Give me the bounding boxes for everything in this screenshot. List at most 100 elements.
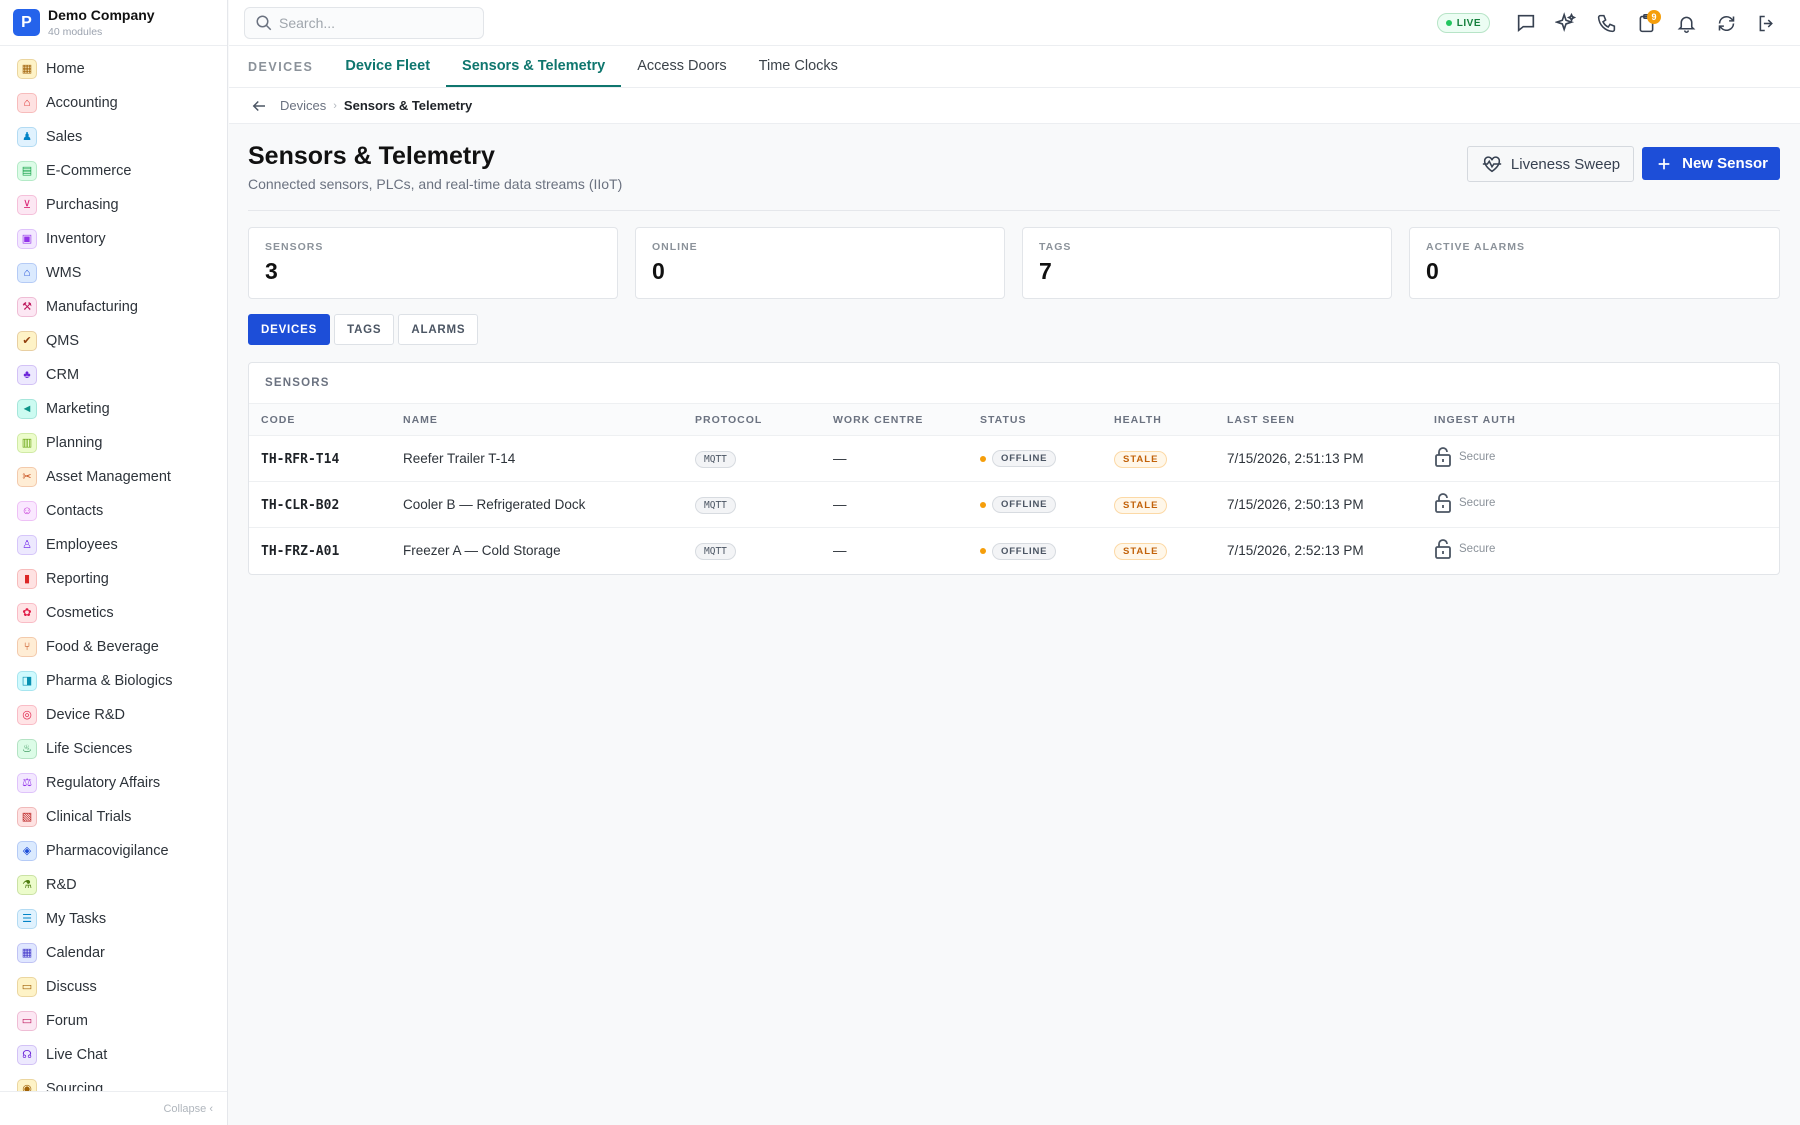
sidebar-item-label: QMS [46, 333, 80, 349]
sidebar-item-reporting[interactable]: ▮ Reporting [0, 562, 227, 596]
column-header[interactable]: LAST SEEN [1215, 403, 1422, 436]
sidebar-item-sales[interactable]: ♟ Sales [0, 120, 227, 154]
column-header[interactable]: NAME [391, 403, 683, 436]
sidebar-item-regulatory-affairs[interactable]: ⚖ Regulatory Affairs [0, 766, 227, 800]
sidebar-item-clinical-trials[interactable]: ▧ Clinical Trials [0, 800, 227, 834]
column-header[interactable]: PROTOCOL [683, 403, 821, 436]
sidebar-item-my-tasks[interactable]: ☰ My Tasks [0, 902, 227, 936]
sensor-name[interactable]: Reefer Trailer T-14 [403, 451, 515, 466]
sidebar-item-r-d[interactable]: ⚗ R&D [0, 868, 227, 902]
ingest-auth[interactable]: Secure [1434, 446, 1495, 468]
column-header[interactable]: WORK CENTRE [821, 403, 968, 436]
sourcing-icon: ◉ [17, 1079, 37, 1091]
sync-icon [1718, 15, 1734, 31]
grid-icon: ▦ [17, 59, 37, 79]
sensor-code[interactable]: TH-FRZ-A01 [261, 544, 339, 559]
lock-icon [1435, 493, 1451, 513]
phone-button[interactable] [1586, 5, 1626, 41]
sidebar-item-qms[interactable]: ✔ QMS [0, 324, 227, 358]
column-header[interactable]: CODE [249, 403, 391, 436]
column-header[interactable]: HEALTH [1102, 403, 1215, 436]
table-row[interactable]: TH-CLR-B02 Cooler B — Refrigerated Dock MQ… [249, 481, 1779, 528]
sidebar-item-discuss[interactable]: ▭ Discuss [0, 970, 227, 1004]
section-tabs: DEVICES Device Fleet Sensors & Telemetry A… [229, 46, 1800, 88]
logout-button[interactable] [1746, 5, 1786, 41]
back-button[interactable] [248, 95, 270, 117]
tasks-inbox-button[interactable]: 9 [1626, 5, 1666, 41]
person-icon: ♟ [17, 127, 37, 147]
stat-value: 7 [1039, 258, 1052, 284]
messages-button[interactable] [1506, 5, 1546, 41]
sidebar-item-pharma-biologics[interactable]: ◨ Pharma & Biologics [0, 664, 227, 698]
sidebar-item-label: R&D [46, 877, 77, 893]
liveness-sweep-button[interactable]: Liveness Sweep [1466, 146, 1635, 182]
sidebar-item-label: Accounting [46, 95, 118, 111]
sidebar-item-accounting[interactable]: ⌂ Accounting [0, 86, 227, 120]
sidebar-item-employees[interactable]: ♙ Employees [0, 528, 227, 562]
tab-devices[interactable]: DEVICES [248, 314, 331, 345]
new-sensor-button[interactable]: New Sensor [1642, 147, 1780, 180]
brand[interactable]: P Demo Company 40 modules [0, 0, 227, 46]
column-header[interactable]: STATUS [968, 403, 1102, 436]
sensor-name[interactable]: Cooler B — Refrigerated Dock [403, 497, 585, 512]
tab-time-clocks[interactable]: Time Clocks [743, 46, 854, 87]
warehouse-icon: ⌂ [17, 263, 37, 283]
protocol-badge: MQTT [695, 450, 736, 468]
live-label: LIVE [1456, 17, 1481, 29]
badge-check-icon: ✔ [17, 331, 37, 351]
tab-access-doors[interactable]: Access Doors [621, 46, 742, 87]
sidebar-item-device-r-d[interactable]: ◎ Device R&D [0, 698, 227, 732]
sidebar-item-pharmacovigilance[interactable]: ◈ Pharmacovigilance [0, 834, 227, 868]
search-box[interactable] [244, 7, 484, 39]
sensor-code[interactable]: TH-CLR-B02 [261, 498, 339, 513]
live-dot [1445, 20, 1452, 26]
sidebar-item-life-sciences[interactable]: ♨ Life Sciences [0, 732, 227, 766]
sidebar-item-calendar[interactable]: ▦ Calendar [0, 936, 227, 970]
breadcrumb-parent[interactable]: Devices [280, 98, 326, 113]
sidebar: P Demo Company 40 modules ▦ Home ⌂ Accounti… [0, 0, 228, 1125]
sidebar-item-food-beverage[interactable]: ⑂ Food & Beverage [0, 630, 227, 664]
sidebar-item-wms[interactable]: ⌂ WMS [0, 256, 227, 290]
sidebar-item-label: Regulatory Affairs [46, 775, 161, 791]
collapse-button[interactable]: Collapse ‹ [0, 1091, 227, 1125]
lock-icon [1435, 447, 1451, 467]
ingest-auth[interactable]: Secure [1434, 492, 1495, 514]
sidebar-item-marketing[interactable]: ◄ Marketing [0, 392, 227, 426]
sidebar-item-label: Reporting [46, 571, 109, 587]
sidebar-item-manufacturing[interactable]: ⚒ Manufacturing [0, 290, 227, 324]
tab-tags[interactable]: TAGS [334, 314, 395, 345]
ai-assistant-button[interactable] [1546, 5, 1586, 41]
table-row[interactable]: TH-RFR-T14 Reefer Trailer T-14 MQTT — OFFLIN… [249, 435, 1779, 482]
sidebar-item-inventory[interactable]: ▣ Inventory [0, 222, 227, 256]
flower-icon: ✿ [17, 603, 37, 623]
calendar-icon: ▦ [17, 943, 37, 963]
sidebar-item-contacts[interactable]: ☺ Contacts [0, 494, 227, 528]
last-seen-value: 7/15/2026, 2:51:13 PM [1227, 451, 1364, 466]
tab-alarms[interactable]: ALARMS [398, 314, 479, 345]
sidebar-item-e-commerce[interactable]: ▤ E-Commerce [0, 154, 227, 188]
sidebar-item-label: Inventory [46, 231, 106, 247]
tab-device-fleet[interactable]: Device Fleet [329, 46, 446, 87]
sidebar-item-planning[interactable]: ▥ Planning [0, 426, 227, 460]
cell-ingest-auth: Secure [1422, 435, 1779, 482]
sync-button[interactable] [1706, 5, 1746, 41]
column-header[interactable]: INGEST AUTH [1422, 403, 1779, 436]
sidebar-item-purchasing[interactable]: ⊻ Purchasing [0, 188, 227, 222]
sidebar-item-forum[interactable]: ▭ Forum [0, 1004, 227, 1038]
topbar: LIVE 9 [229, 0, 1800, 46]
stat-card-online: ONLINE 0 [635, 227, 1005, 299]
sidebar-item-home[interactable]: ▦ Home [0, 52, 227, 86]
tab-sensors-telemetry[interactable]: Sensors & Telemetry [446, 46, 622, 87]
table-row[interactable]: TH-FRZ-A01 Freezer A — Cold Storage MQTT — O… [249, 528, 1779, 574]
sidebar-item-label: Forum [46, 1013, 88, 1029]
sidebar-item-asset-management[interactable]: ✂ Asset Management [0, 460, 227, 494]
sidebar-item-sourcing[interactable]: ◉ Sourcing [0, 1072, 227, 1091]
sensor-name[interactable]: Freezer A — Cold Storage [403, 543, 561, 558]
sidebar-item-live-chat[interactable]: ☊ Live Chat [0, 1038, 227, 1072]
notifications-button[interactable] [1666, 5, 1706, 41]
search-input[interactable] [279, 15, 469, 31]
sensor-code[interactable]: TH-RFR-T14 [261, 452, 339, 467]
sidebar-item-crm[interactable]: ♣ CRM [0, 358, 227, 392]
sidebar-item-cosmetics[interactable]: ✿ Cosmetics [0, 596, 227, 630]
ingest-auth[interactable]: Secure [1434, 538, 1495, 560]
